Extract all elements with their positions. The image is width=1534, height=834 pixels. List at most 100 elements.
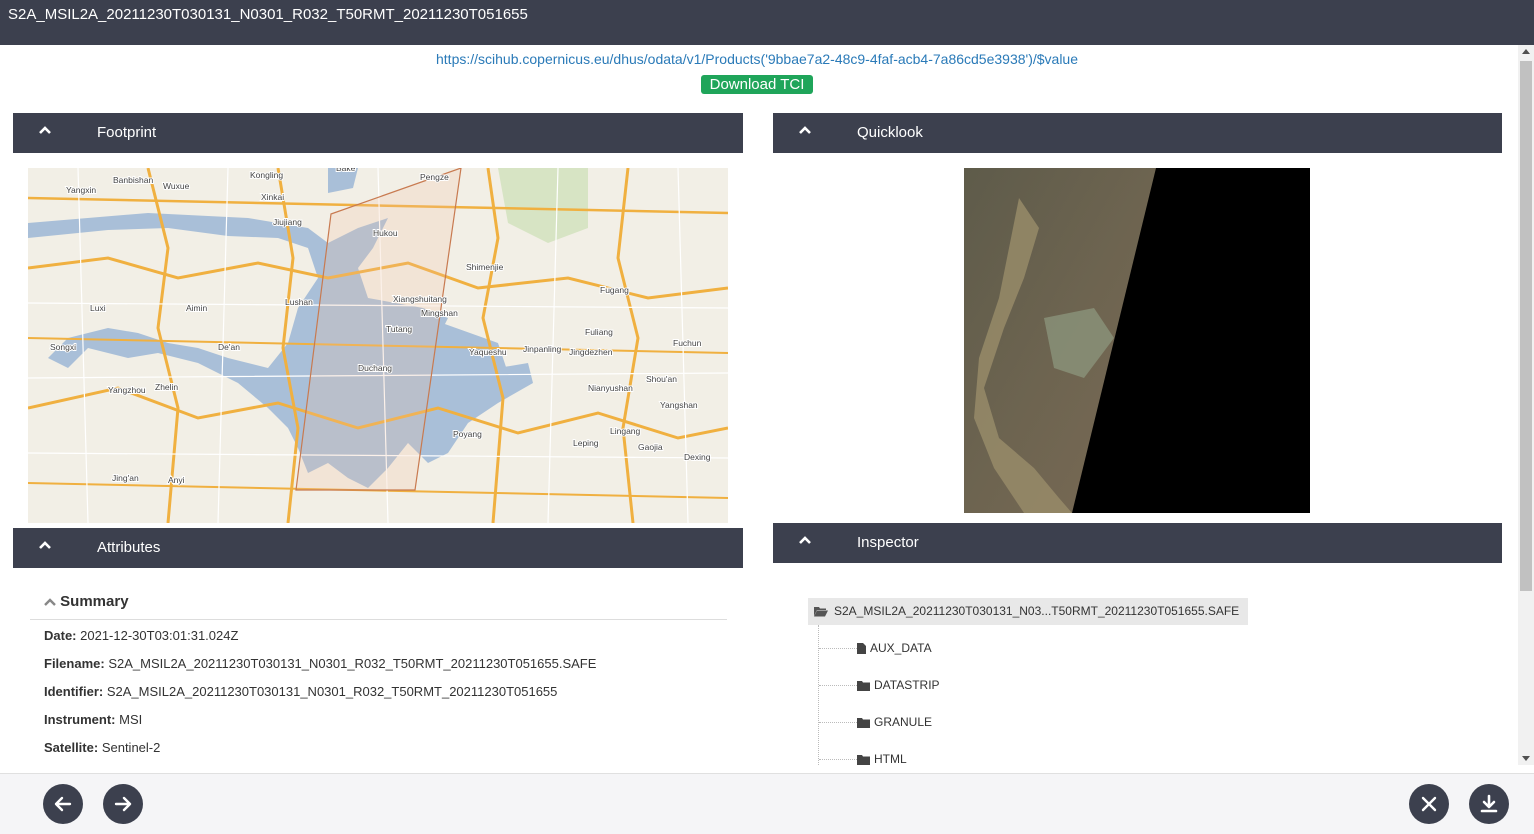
map-place-label: Mingshan <box>421 308 458 318</box>
tree-item-label: DATASTRIP <box>874 678 940 692</box>
map-place-label: Gaojia <box>638 442 663 452</box>
quicklook-canvas <box>964 168 1310 513</box>
attributes-panel-title: Attributes <box>97 539 161 556</box>
folder-icon <box>857 680 870 691</box>
map-place-label: Anyi <box>168 475 185 485</box>
map-place-label: Hukou <box>373 228 398 238</box>
inspector-tree-item[interactable]: AUX_DATA <box>819 641 932 655</box>
product-details-content[interactable]: https://scihub.copernicus.eu/dhus/odata/… <box>0 45 1518 773</box>
map-place-label: Poyang <box>453 429 482 439</box>
map-place-label: Yangxin <box>66 185 96 195</box>
map-place-label: Shou'an <box>646 374 677 384</box>
map-place-label: Kongling <box>250 170 283 180</box>
footprint-panel-title: Footprint <box>97 124 157 141</box>
map-place-label: Jingdezhen <box>569 347 613 357</box>
download-product-button[interactable] <box>1469 784 1509 824</box>
summary-divider <box>30 619 727 620</box>
arrow-right-icon <box>114 796 132 812</box>
footprint-map[interactable]: Yangxin Wuxue Kongling Pengze Jiujiang Hukou L… <box>28 168 728 523</box>
map-place-label: Bake <box>336 168 356 173</box>
attribute-key: Filename: <box>44 656 105 671</box>
map-place-label: Dexing <box>684 452 711 462</box>
inspector-tree-item[interactable]: HTML <box>819 752 907 766</box>
summary-title: Summary <box>60 593 129 610</box>
map-place-label: Yangshan <box>660 400 698 410</box>
previous-product-button[interactable] <box>43 784 83 824</box>
map-place-label: Fugang <box>600 285 629 295</box>
map-place-label: Aimin <box>186 303 208 313</box>
attribute-row: Satellite: Sentinel-2 <box>44 740 160 755</box>
window-title: S2A_MSIL2A_20211230T030131_N0301_R032_T5… <box>8 6 528 23</box>
summary-toggle[interactable]: Summary <box>44 593 129 610</box>
attribute-row: Filename: S2A_MSIL2A_20211230T030131_N03… <box>44 656 596 671</box>
product-url-link[interactable]: https://scihub.copernicus.eu/dhus/odata/… <box>0 51 1514 67</box>
tree-item-label: GRANULE <box>874 715 933 729</box>
next-product-button[interactable] <box>103 784 143 824</box>
attribute-value: MSI <box>119 712 143 727</box>
inspector-tree-item[interactable]: GRANULE <box>819 715 932 729</box>
scroll-down-arrow-icon[interactable] <box>1522 756 1530 761</box>
scroll-up-arrow-icon[interactable] <box>1522 49 1530 54</box>
attribute-value: Sentinel-2 <box>101 740 161 755</box>
folder-icon <box>857 754 870 765</box>
tree-item-label: AUX_DATA <box>870 641 932 655</box>
chevron-up-icon[interactable] <box>39 124 51 136</box>
map-place-label: Leping <box>573 438 599 448</box>
map-place-label: Xinkai <box>261 192 284 202</box>
arrow-left-icon <box>54 796 72 812</box>
inspector-panel-header[interactable]: Inspector <box>773 523 1502 563</box>
file-icon <box>857 643 866 655</box>
map-place-label: Lushan <box>285 297 313 307</box>
inspector-root-label: S2A_MSIL2A_20211230T030131_N03...T50RMT_… <box>834 604 1240 618</box>
attribute-key: Satellite: <box>44 740 99 755</box>
window-titlebar: S2A_MSIL2A_20211230T030131_N0301_R032_T5… <box>0 0 1534 45</box>
quicklook-panel-title: Quicklook <box>857 124 923 141</box>
map-place-label: Jiujiang <box>273 217 302 227</box>
map-place-label: Zhelin <box>155 382 178 392</box>
tree-connector <box>819 759 857 761</box>
chevron-up-icon <box>44 598 56 606</box>
attribute-row: Date: 2021-12-30T03:01:31.024Z <box>44 628 238 643</box>
attribute-row: Instrument: MSI <box>44 712 142 727</box>
vertical-scrollbar[interactable] <box>1518 45 1534 765</box>
download-icon <box>1480 794 1498 813</box>
attribute-row: Identifier: S2A_MSIL2A_20211230T030131_N… <box>44 684 557 699</box>
folder-open-icon <box>814 607 828 617</box>
map-place-label: Fuchun <box>673 338 702 348</box>
chevron-up-icon[interactable] <box>799 534 811 546</box>
map-place-label: Yangzhou <box>108 385 146 395</box>
map-place-label: Xiangshuitang <box>393 294 447 304</box>
tree-connector <box>819 722 857 724</box>
download-tci-button[interactable]: Download TCI <box>701 75 813 94</box>
map-place-label: Fuliang <box>585 327 613 337</box>
map-canvas[interactable]: Yangxin Wuxue Kongling Pengze Jiujiang Hukou L… <box>28 168 728 523</box>
scrollbar-thumb[interactable] <box>1520 61 1532 591</box>
map-place-label: Wuxue <box>163 181 190 191</box>
chevron-up-icon[interactable] <box>799 124 811 136</box>
attributes-panel-header[interactable]: Attributes <box>13 528 743 568</box>
map-place-label: Jing'an <box>112 473 139 483</box>
map-place-label: Songxi <box>50 342 76 352</box>
tree-connector <box>819 685 857 687</box>
attribute-key: Identifier: <box>44 684 104 699</box>
folder-icon <box>857 717 870 728</box>
tree-item-label: HTML <box>874 752 907 766</box>
quicklook-image <box>964 168 1310 513</box>
attribute-key: Date: <box>44 628 77 643</box>
footprint-panel-header[interactable]: Footprint <box>13 113 743 153</box>
map-place-label: Tutang <box>386 324 412 334</box>
attribute-key: Instrument: <box>44 712 116 727</box>
map-place-label: Yaqueshu <box>469 347 507 357</box>
map-place-label: Jinpanling <box>523 344 562 354</box>
quicklook-panel-header[interactable]: Quicklook <box>773 113 1502 153</box>
map-place-label: Shimenjie <box>466 262 504 272</box>
inspector-tree-root[interactable]: S2A_MSIL2A_20211230T030131_N03...T50RMT_… <box>808 598 1248 625</box>
close-button[interactable] <box>1409 784 1449 824</box>
close-icon <box>1421 796 1437 812</box>
inspector-tree-item[interactable]: DATASTRIP <box>819 678 940 692</box>
map-place-label: De'an <box>218 342 240 352</box>
footer-toolbar <box>0 773 1534 834</box>
map-place-label: Banbishan <box>113 175 153 185</box>
chevron-up-icon[interactable] <box>39 539 51 551</box>
map-place-label: Pengze <box>420 172 449 182</box>
